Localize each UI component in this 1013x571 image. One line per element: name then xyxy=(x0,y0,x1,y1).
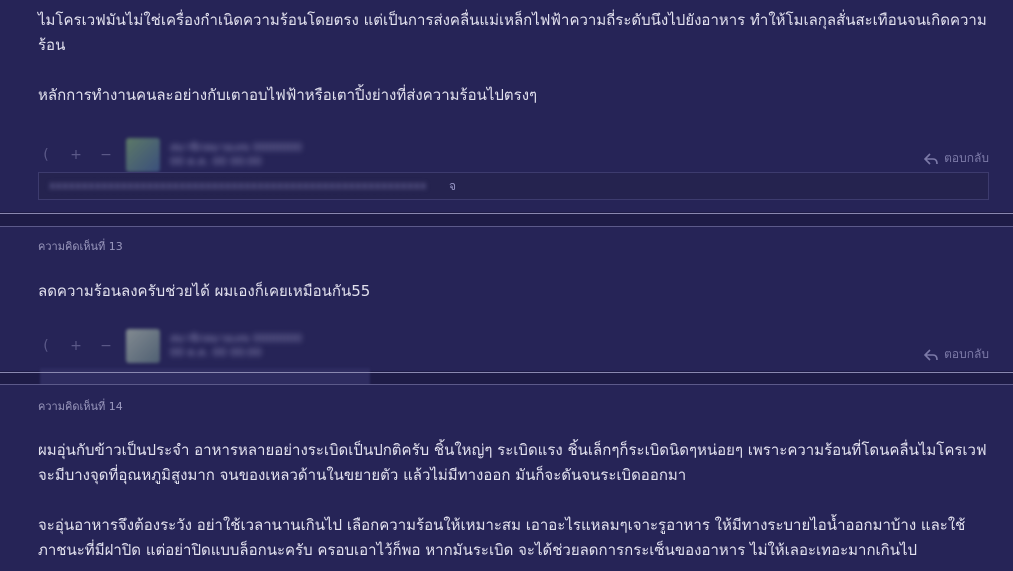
comment-text: ไมโครเวฟมันไม่ใช่เครื่องกำเนิดความร้อนโด… xyxy=(38,11,987,29)
reply-label: ตอบกลับ xyxy=(944,151,989,165)
comment-text: จะมีบางจุดที่อุณหภูมิสูงมาก จนของเหลวด้า… xyxy=(38,466,687,484)
author-name: สมาชิกหมายเลข 0000000 xyxy=(170,141,302,154)
emoji-icon[interactable]: ( xyxy=(36,147,56,163)
reply-input-tail: จ xyxy=(449,179,457,193)
comment-actions: ( + − สมาชิกหมายเลข 0000000 00 ต.ค. 00 0… xyxy=(36,138,302,172)
plus-icon[interactable]: + xyxy=(66,338,86,354)
author-name: สมาชิกหมายเลข 0000000 xyxy=(170,332,302,345)
reply-button[interactable]: ตอบกลับ xyxy=(924,345,989,364)
reply-input-text: xxxxxxxxxxxxxxxxxxxxxxxxxxxxxxxxxxxxxxxx… xyxy=(49,179,427,192)
comment-text: ผมอุ่นกับข้าวเป็นประจำ อาหารหลายอย่างระเ… xyxy=(38,441,987,459)
comment-13: ความคิดเห็นที่ 13 ลดความร้อนลงครับช่วยได… xyxy=(0,227,1013,371)
reply-icon xyxy=(924,348,938,361)
minus-icon[interactable]: − xyxy=(96,338,116,354)
post-time: 00 ต.ค. 00 00:00 xyxy=(170,346,262,359)
comment-text: หลักการทำงานคนละอย่างกับเตาอบไฟฟ้าหรือเต… xyxy=(38,86,538,104)
avatar xyxy=(126,138,160,172)
comment-number: ความคิดเห็นที่ 13 xyxy=(38,240,123,253)
comment-text: จะอุ่นอาหารจึงต้องระวัง อย่าใช้เวลานานเก… xyxy=(38,516,966,534)
post-time: 00 ต.ค. 00 00:00 xyxy=(170,155,262,168)
comment-number: ความคิดเห็นที่ 14 xyxy=(38,400,123,413)
reply-icon xyxy=(924,152,938,165)
comment-actions: ( + − สมาชิกหมายเลข 0000000 00 ต.ค. 00 0… xyxy=(36,329,302,363)
author-info: สมาชิกหมายเลข 0000000 00 ต.ค. 00 00:00 xyxy=(170,141,302,169)
divider xyxy=(0,213,1013,214)
comment-text: ลดความร้อนลงครับช่วยได้ ผมเองก็เคยเหมือน… xyxy=(38,282,371,300)
divider xyxy=(0,372,1013,373)
comments-page: ไมโครเวฟมันไม่ใช่เครื่องกำเนิดความร้อนโด… xyxy=(0,0,1013,571)
author-info: สมาชิกหมายเลข 0000000 00 ต.ค. 00 00:00 xyxy=(170,332,302,360)
comment-14: ความคิดเห็นที่ 14 ผมอุ่นกับข้าวเป็นประจำ… xyxy=(0,385,1013,571)
plus-icon[interactable]: + xyxy=(66,147,86,163)
reply-button[interactable]: ตอบกลับ xyxy=(924,149,989,168)
reply-input[interactable]: xxxxxxxxxxxxxxxxxxxxxxxxxxxxxxxxxxxxxxxx… xyxy=(38,172,989,200)
reply-label: ตอบกลับ xyxy=(944,347,989,361)
minus-icon[interactable]: − xyxy=(96,147,116,163)
avatar xyxy=(126,329,160,363)
comment-previous: ไมโครเวฟมันไม่ใช่เครื่องกำเนิดความร้อนโด… xyxy=(0,0,1013,212)
comment-text: ภาชนะที่มีฝาปิด แต่อย่าปิดแบบล็อกนะครับ … xyxy=(38,541,918,559)
comment-text: ร้อน xyxy=(38,36,66,54)
emoji-icon[interactable]: ( xyxy=(36,338,56,354)
